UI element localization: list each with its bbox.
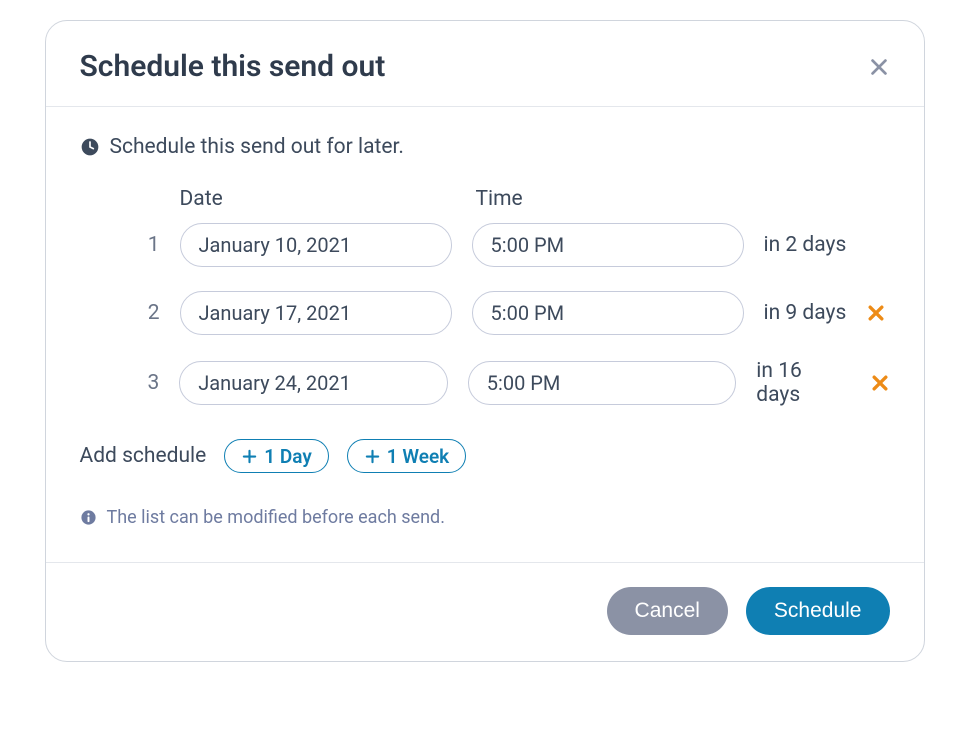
add-one-week-label: 1 Week [387, 445, 449, 468]
add-one-day-button[interactable]: 1 Day [224, 439, 328, 473]
remove-icon [870, 373, 890, 393]
column-headers: Date Time [144, 187, 890, 211]
add-schedule-label: Add schedule [80, 444, 207, 468]
relative-time-label: in 2 days [764, 233, 847, 257]
schedule-row: 3 January 24, 2021 5:00 PM in 16 days [144, 359, 890, 407]
relative-time-label: in 9 days [764, 301, 847, 325]
row-number: 3 [144, 371, 160, 395]
date-input[interactable]: January 10, 2021 [180, 223, 452, 267]
info-icon [80, 509, 97, 526]
time-column-header: Time [476, 187, 756, 211]
row-number: 2 [144, 301, 160, 325]
info-row: The list can be modified before each sen… [80, 507, 890, 528]
close-icon [868, 56, 890, 78]
schedule-row: 1 January 10, 2021 5:00 PM in 2 days [144, 223, 890, 267]
schedule-row: 2 January 17, 2021 5:00 PM in 9 days [144, 291, 890, 335]
schedule-dialog: Schedule this send out Schedule this sen… [45, 20, 925, 662]
add-one-week-button[interactable]: 1 Week [347, 439, 466, 473]
dialog-body: Schedule this send out for later. Date T… [46, 107, 924, 562]
relative-time-label: in 16 days [756, 359, 849, 407]
dialog-title: Schedule this send out [80, 49, 386, 84]
add-schedule-row: Add schedule 1 Day 1 Week [80, 439, 890, 473]
schedule-grid: Date Time 1 January 10, 2021 5:00 PM in … [80, 187, 890, 407]
date-input[interactable]: January 17, 2021 [180, 291, 452, 335]
date-input[interactable]: January 24, 2021 [179, 361, 448, 405]
info-text: The list can be modified before each sen… [107, 507, 445, 528]
plus-icon [364, 448, 381, 465]
close-button[interactable] [868, 56, 890, 78]
time-input[interactable]: 5:00 PM [472, 223, 744, 267]
plus-icon [241, 448, 258, 465]
clock-icon [80, 137, 100, 157]
time-input[interactable]: 5:00 PM [472, 291, 744, 335]
remove-row-button[interactable] [870, 373, 890, 393]
row-number: 1 [144, 233, 160, 257]
time-input[interactable]: 5:00 PM [468, 361, 737, 405]
schedule-button[interactable]: Schedule [746, 587, 890, 635]
subtitle-row: Schedule this send out for later. [80, 135, 890, 159]
cancel-button[interactable]: Cancel [607, 587, 728, 635]
remove-icon [866, 303, 886, 323]
subtitle-text: Schedule this send out for later. [110, 135, 404, 159]
dialog-header: Schedule this send out [46, 21, 924, 107]
add-one-day-label: 1 Day [264, 445, 311, 468]
remove-row-button[interactable] [866, 303, 886, 323]
dialog-footer: Cancel Schedule [46, 562, 924, 661]
date-column-header: Date [180, 187, 476, 211]
